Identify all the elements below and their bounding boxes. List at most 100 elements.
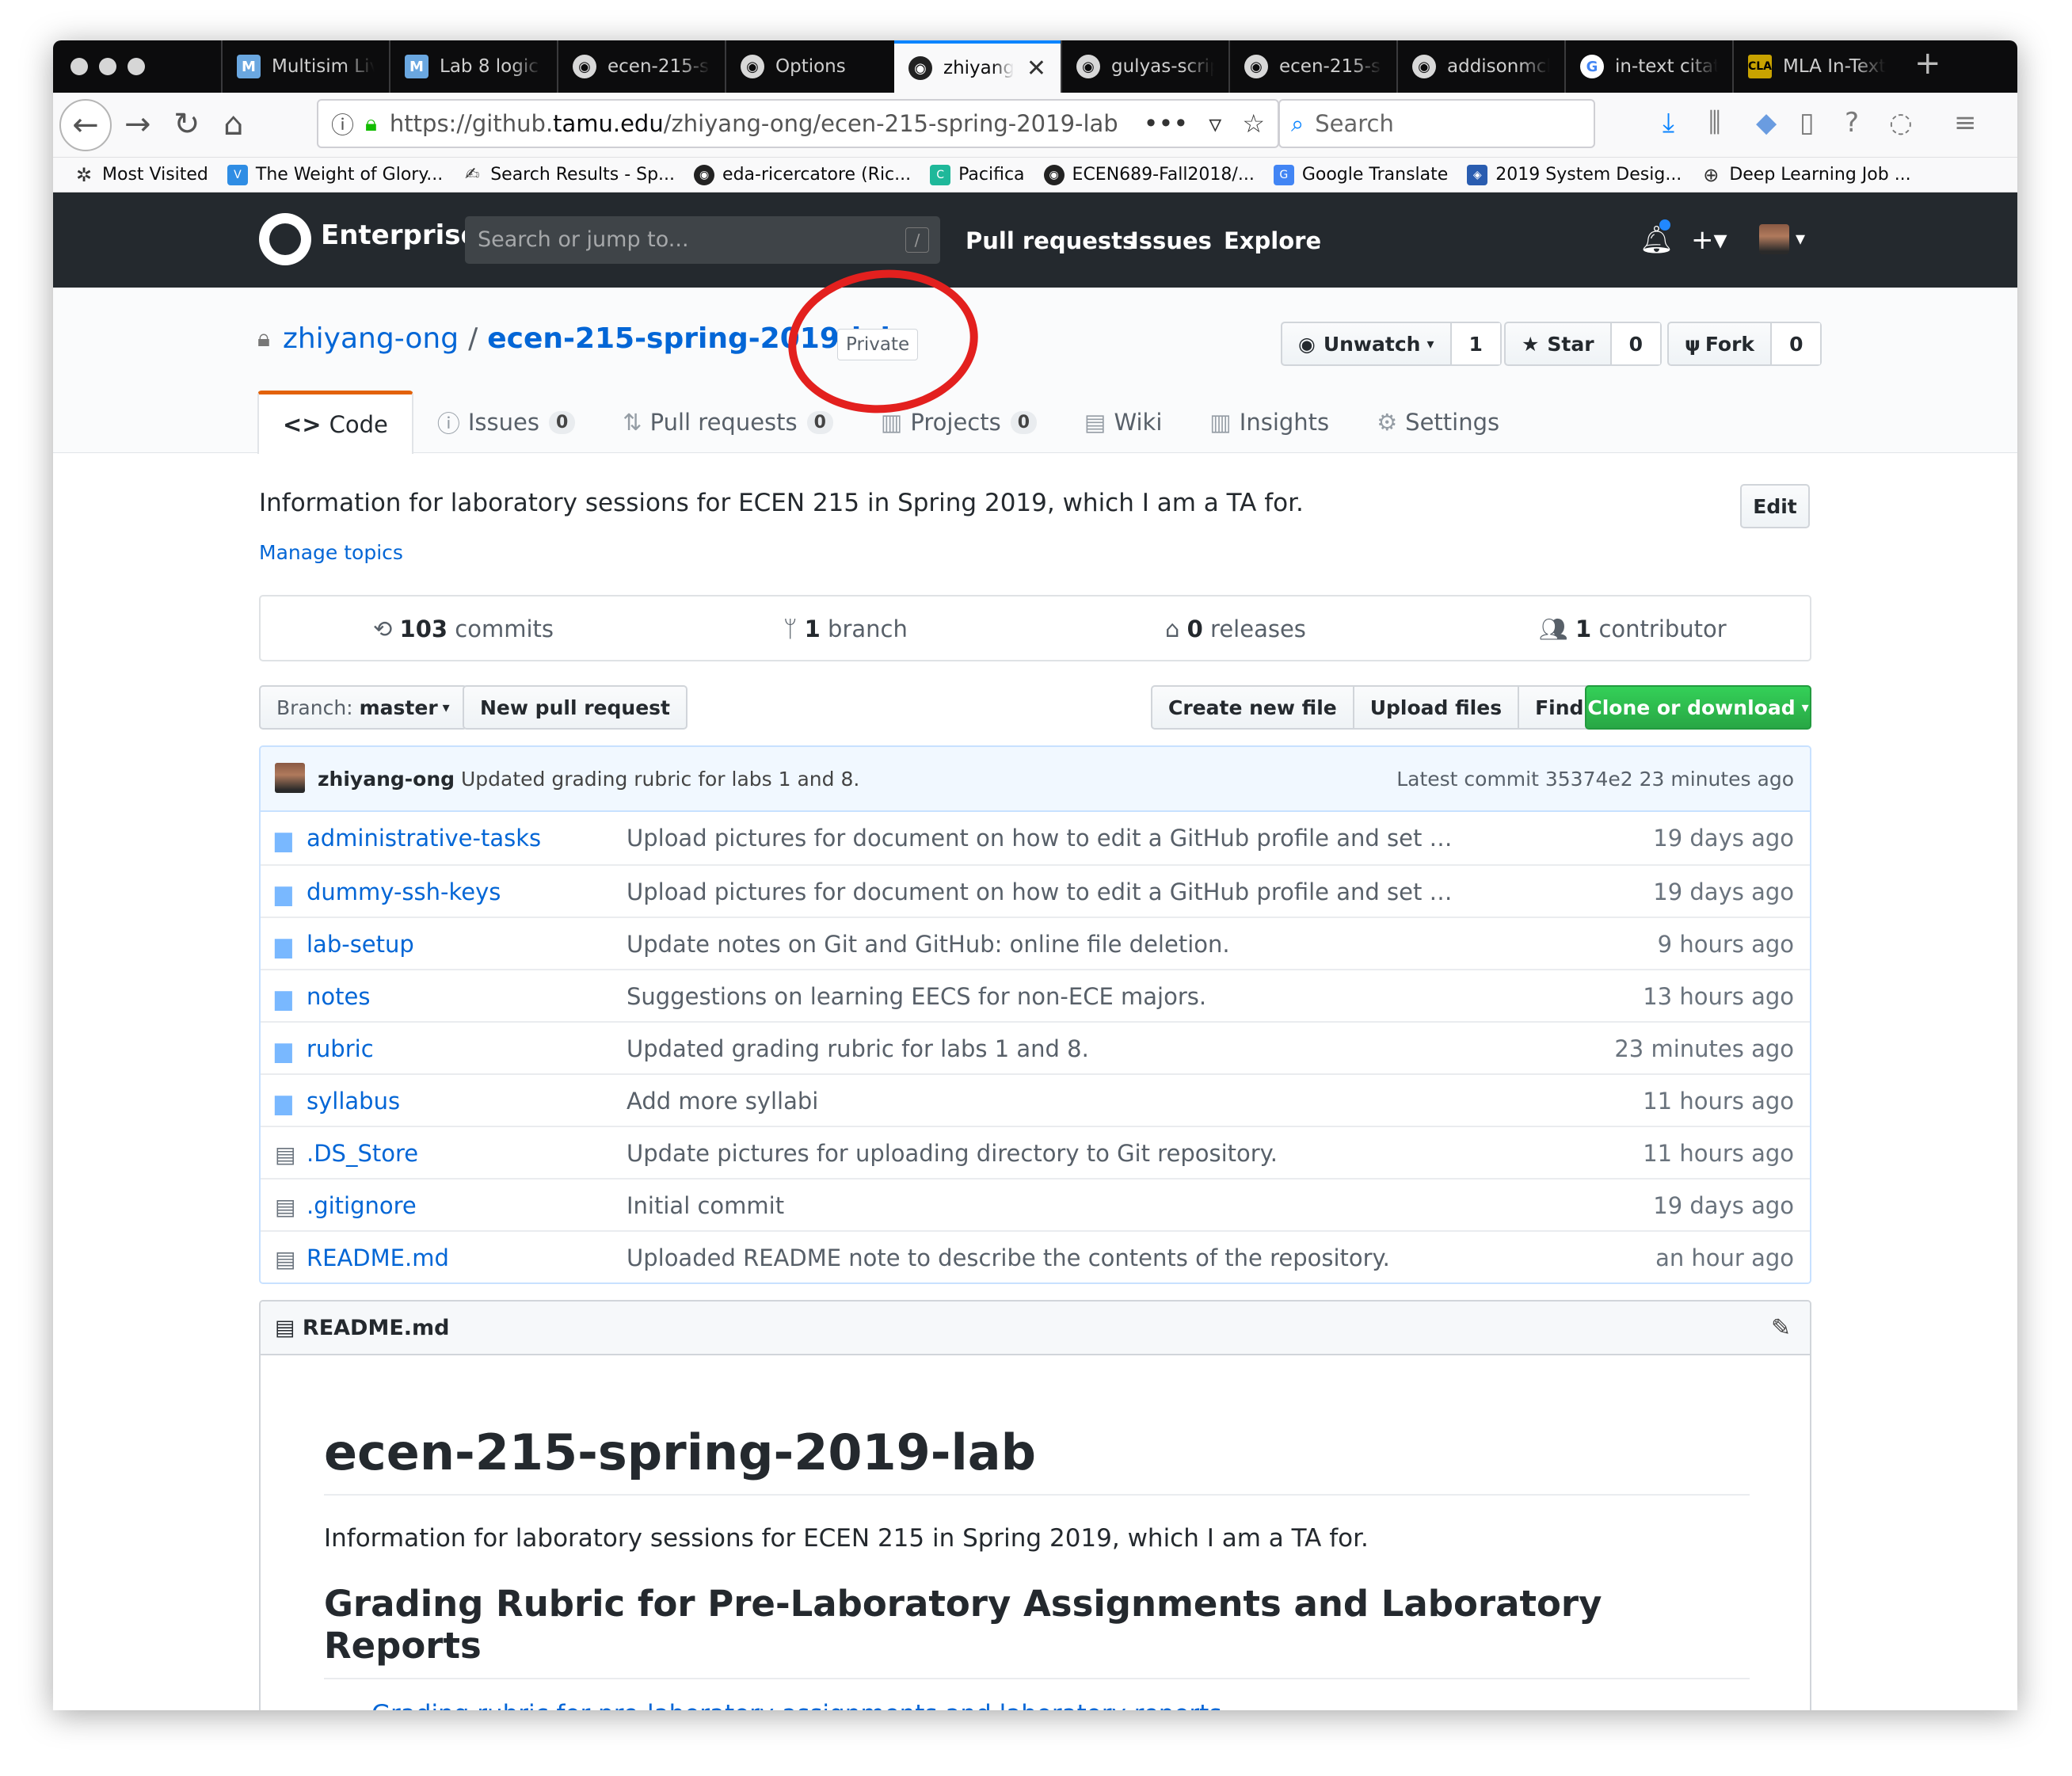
bookmark-item[interactable]: ✍ Search Results - Sp...	[443, 165, 675, 185]
bookmark-item[interactable]: ✲ Most Visited	[53, 164, 208, 186]
readme-link[interactable]: Grading rubric for pre-laboratory assign…	[371, 1700, 1750, 1710]
fork-count[interactable]: 0	[1772, 323, 1821, 364]
menu-icon[interactable]: ≡	[1954, 107, 1977, 139]
bookmark-item[interactable]: ⊕ Deep Learning Job ...	[1682, 164, 1910, 186]
pencil-icon[interactable]: ✎	[1771, 1314, 1791, 1342]
star-count[interactable]: 0	[1611, 323, 1660, 364]
file-name-link[interactable]: dummy-ssh-keys	[307, 878, 501, 905]
bookmark-item[interactable]: ◉ eda-ricercatore (Ric...	[675, 164, 911, 185]
enterprise-label[interactable]: Enterprise	[321, 219, 479, 251]
star-button[interactable]: ★ Star 0	[1504, 322, 1662, 366]
file-name-link[interactable]: .DS_Store	[307, 1140, 418, 1167]
search-bar[interactable]: ⌕ Search	[1278, 99, 1595, 148]
tab-wiki[interactable]: ▤ Wiki	[1061, 391, 1186, 454]
github-logo-icon[interactable]	[259, 213, 311, 265]
bookmark-star-icon[interactable]: ☆	[1242, 109, 1265, 139]
file-name-link[interactable]: syllabus	[307, 1088, 400, 1115]
commit-message-link[interactable]: Uploaded README note to describe the con…	[627, 1244, 1390, 1271]
commit-message-link[interactable]: Upload pictures for document on how to e…	[627, 878, 1453, 905]
bookmark-item[interactable]: ◈ 2019 System Desig...	[1448, 164, 1682, 185]
bookmark-item[interactable]: ◉ ECEN689-Fall2018/...	[1025, 164, 1255, 185]
file-name-link[interactable]: notes	[307, 983, 370, 1010]
commit-message-link[interactable]: Initial commit	[627, 1192, 784, 1219]
commit-message-link[interactable]: Updated grading rubric for labs 1 and 8.	[627, 1035, 1089, 1062]
info-icon[interactable]: ⓘ	[331, 107, 354, 140]
sidebar-icon[interactable]: ▯	[1800, 107, 1815, 139]
browser-tab[interactable]: ◉addisonmcla	[1396, 40, 1564, 93]
file-name-link[interactable]: rubric	[307, 1035, 374, 1062]
file-name-link[interactable]: lab-setup	[307, 931, 414, 958]
back-arrow-icon[interactable]: ←	[59, 99, 112, 151]
branch-select[interactable]: Branch: master ▾	[259, 685, 467, 730]
fork-button[interactable]: ψ Fork 0	[1667, 322, 1823, 366]
avatar[interactable]	[275, 763, 305, 793]
tab-settings[interactable]: ⚙ Settings	[1353, 391, 1523, 454]
download-icon[interactable]: ⤓	[1663, 107, 1674, 139]
bookmark-item[interactable]: V The Weight of Glory...	[208, 164, 443, 185]
file-name-link[interactable]: .gitignore	[307, 1192, 417, 1219]
contributors-link[interactable]: 👥︎ 1 contributor	[1539, 616, 1727, 643]
minimize-window-button[interactable]	[99, 58, 116, 75]
commit-message-link[interactable]: Upload pictures for document on how to e…	[627, 825, 1453, 852]
file-name-link[interactable]: README.md	[307, 1244, 449, 1271]
manage-topics-link[interactable]: Manage topics	[259, 541, 403, 564]
create-new-file-button[interactable]: Create new file	[1152, 687, 1354, 728]
help-icon[interactable]: ?	[1845, 107, 1859, 139]
clone-or-download-button[interactable]: Clone or download ▾	[1585, 685, 1811, 730]
browser-tab[interactable]: MLab 8 logic g	[389, 40, 557, 93]
commit-message-link[interactable]: Suggestions on learning EECS for non-ECE…	[627, 983, 1206, 1010]
watch-button[interactable]: ◉ Unwatch ▾ 1	[1281, 322, 1502, 366]
extension-icon[interactable]: ◆	[1756, 107, 1777, 139]
commit-message-link[interactable]: Add more syllabi	[627, 1088, 818, 1115]
file-name-link[interactable]: administrative-tasks	[307, 825, 541, 852]
tab-code[interactable]: <> Code	[257, 391, 413, 454]
address-bar[interactable]: ⓘ 🔒︎ https://github. tamu.edu/zhiyang-ong…	[317, 99, 1279, 148]
new-tab-icon[interactable]: +	[1914, 45, 1941, 82]
browser-tab[interactable]: ◉ Options	[725, 40, 893, 93]
library-icon[interactable]: ⫼	[1708, 107, 1721, 139]
forward-arrow-icon[interactable]: →	[124, 109, 151, 140]
watch-count[interactable]: 1	[1451, 323, 1500, 364]
tab-pull-requests[interactable]: ⇅ Pull requests 0	[599, 391, 857, 454]
nav-explore[interactable]: Explore	[1224, 227, 1321, 254]
browser-tab[interactable]: ◉ ecen-215-sp	[1228, 40, 1396, 93]
plus-dropdown-icon[interactable]: +▾	[1691, 224, 1727, 256]
edit-button[interactable]: Edit	[1740, 484, 1810, 528]
nav-pull-requests[interactable]: Pull requests	[966, 227, 1136, 254]
tab-issues[interactable]: ⓘ Issues 0	[413, 391, 599, 454]
commit-message-link[interactable]: Update notes on Git and GitHub: online f…	[627, 931, 1230, 958]
commit-message-link[interactable]: Update pictures for uploading directory …	[627, 1140, 1278, 1167]
new-pull-request-button[interactable]: New pull request	[463, 685, 687, 730]
bookmark-item[interactable]: G Google Translate	[1255, 164, 1448, 185]
branch-link[interactable]: ᛘ 1 branch	[783, 616, 908, 642]
browser-tab-active[interactable]: ◉ zhiyang- ✕	[894, 40, 1061, 93]
zoom-window-button[interactable]	[128, 58, 145, 75]
releases-link[interactable]: ⌂ 0 releases	[1165, 616, 1306, 642]
commit-author-link[interactable]: zhiyang-ong	[318, 768, 455, 791]
bookmark-item[interactable]: C Pacifica	[911, 164, 1025, 185]
tab-insights[interactable]: ▥ Insights	[1186, 391, 1353, 454]
avatar[interactable]	[1759, 224, 1789, 254]
commits-link[interactable]: ⟲ 103 commits	[373, 616, 554, 642]
browser-tab[interactable]: CLA MLA In-Text	[1732, 40, 1900, 93]
close-window-button[interactable]	[70, 58, 88, 75]
pocket-icon[interactable]: ▿	[1209, 109, 1221, 139]
page-actions-icon[interactable]: •••	[1144, 109, 1189, 139]
sync-icon[interactable]: ◌	[1889, 107, 1913, 139]
nav-issues[interactable]: Issues	[1130, 227, 1212, 254]
repo-owner-link[interactable]: zhiyang-ong	[283, 322, 459, 355]
commit-message-link[interactable]: Updated grading rubric for labs 1 and 8.	[461, 768, 859, 791]
reload-icon[interactable]: ↻	[173, 109, 200, 140]
latest-commit-bar: zhiyang-ong Updated grading rubric for l…	[261, 747, 1810, 812]
browser-tab[interactable]: ◉ gulyas-scrip	[1061, 40, 1228, 93]
browser-tab[interactable]: ◉ ecen-215-sp	[557, 40, 725, 93]
readme-header: ▤ README.md ✎	[261, 1302, 1810, 1355]
upload-files-button[interactable]: Upload files	[1354, 687, 1520, 728]
browser-tab[interactable]: M Multisim Liv	[221, 40, 389, 93]
home-icon[interactable]: ⌂	[223, 109, 243, 140]
latest-commit-info[interactable]: Latest commit 35374e2 23 minutes ago	[1396, 768, 1794, 791]
chevron-down-icon[interactable]: ▾	[1796, 227, 1805, 250]
browser-tab[interactable]: Gin-text citati	[1564, 40, 1732, 93]
github-search-input[interactable]: Search or jump to... /	[465, 216, 940, 264]
close-tab-icon[interactable]: ✕	[1026, 55, 1046, 82]
